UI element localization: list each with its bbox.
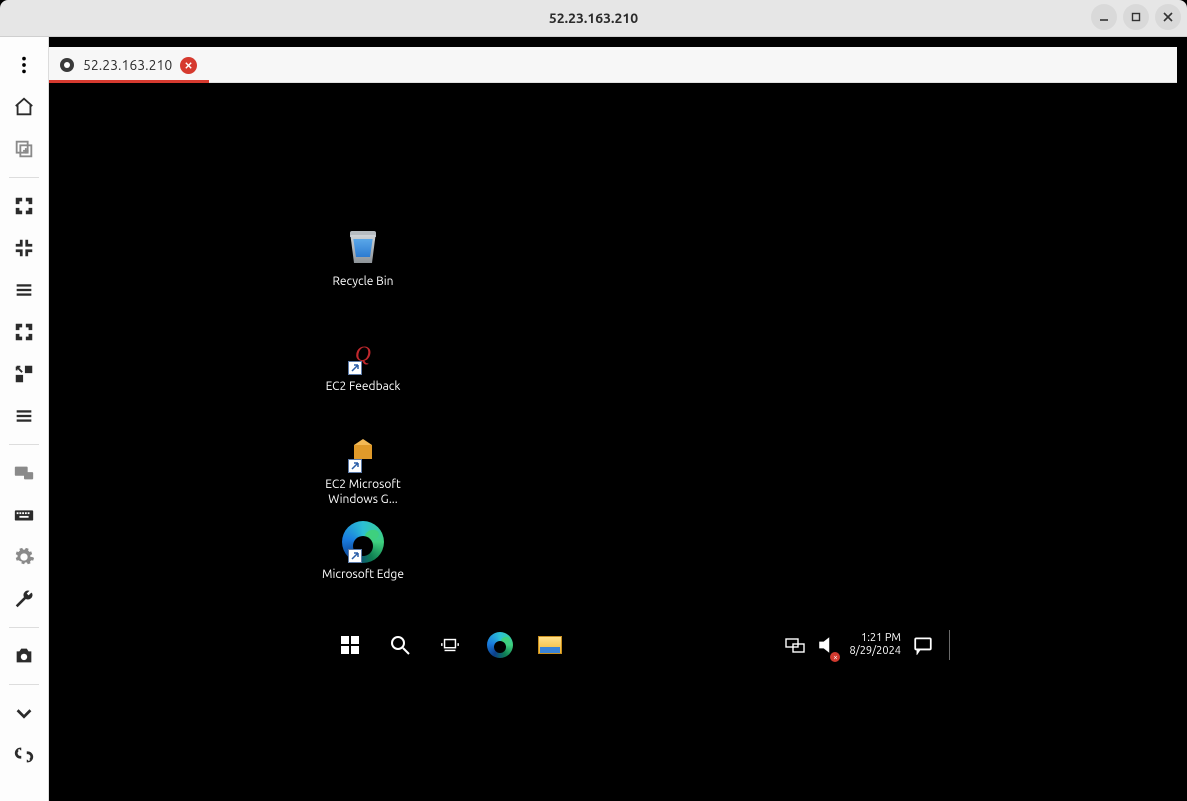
package-box-icon [342,431,384,473]
action-center-icon[interactable] [913,631,933,659]
icon-label: EC2 Feedback [318,379,408,394]
desktop-icon-edge[interactable]: Microsoft Edge [318,521,408,582]
volume-muted-icon[interactable]: × [817,631,837,659]
taskbar-file-explorer-icon[interactable] [536,631,564,659]
client-sidebar [0,37,49,801]
duplicate-session-icon[interactable] [6,131,42,167]
titlebar: 52.23.163.210 [0,0,1187,37]
taskbar-show-desktop[interactable] [949,630,950,660]
shortcut-arrow-icon [348,549,362,563]
icon-label: EC2 Microsoft Windows G... [318,477,408,507]
desktop-icon-ec2-ms-guide[interactable]: EC2 Microsoft Windows G... [318,431,408,507]
windows-desktop[interactable]: Recycle Bin Q EC2 Feedback [49,83,1177,791]
disconnect-icon[interactable] [6,737,42,773]
screenshot-camera-icon[interactable] [6,638,42,674]
tab-label: 52.23.163.210 [83,57,172,73]
menu-lines-icon[interactable] [6,272,42,308]
taskbar-edge-icon[interactable] [486,631,514,659]
window-title: 52.23.163.210 [0,10,1187,26]
fit-window-icon[interactable] [6,314,42,350]
taskbar-date: 8/29/2024 [849,645,901,658]
search-icon[interactable] [386,631,414,659]
settings-gear-icon[interactable] [6,539,42,575]
remote-viewport: Recycle Bin Q EC2 Feedback [49,83,1177,791]
fullscreen-in-icon[interactable] [6,188,42,224]
connection-tab[interactable]: 52.23.163.210 [49,48,209,82]
fullscreen-out-icon[interactable] [6,230,42,266]
multi-monitor-icon[interactable] [6,455,42,491]
edge-icon [342,521,384,563]
icon-label: Microsoft Edge [318,567,408,582]
tools-wrench-icon[interactable] [6,581,42,617]
windows-taskbar: × 1:21 PM 8/29/2024 [324,625,960,665]
recycle-bin-icon [342,228,384,270]
task-view-icon[interactable] [436,631,464,659]
shortcut-arrow-icon [348,361,362,375]
taskbar-clock[interactable]: 1:21 PM 8/29/2024 [849,632,901,658]
menu-icon[interactable] [6,47,42,83]
keyboard-icon[interactable] [6,497,42,533]
close-button[interactable] [1155,4,1181,30]
tab-close-icon[interactable] [180,57,197,74]
remmina-icon [59,57,75,73]
menu-lines-2-icon[interactable] [6,398,42,434]
icon-label: Recycle Bin [318,274,408,289]
desktop-icon-recycle-bin[interactable]: Recycle Bin [318,228,408,289]
taskbar-time: 1:21 PM [849,632,901,645]
chevron-down-icon[interactable] [6,695,42,731]
scale-icon[interactable] [6,356,42,392]
maximize-button[interactable] [1123,4,1149,30]
start-button[interactable] [336,631,364,659]
connection-tabstrip: 52.23.163.210 [49,47,1177,83]
desktop-icon-ec2-feedback[interactable]: Q EC2 Feedback [318,333,408,394]
home-icon[interactable] [6,89,42,125]
shortcut-arrow-icon [348,459,362,473]
q-icon: Q [342,333,384,375]
network-icon[interactable] [785,631,805,659]
minimize-button[interactable] [1091,4,1117,30]
